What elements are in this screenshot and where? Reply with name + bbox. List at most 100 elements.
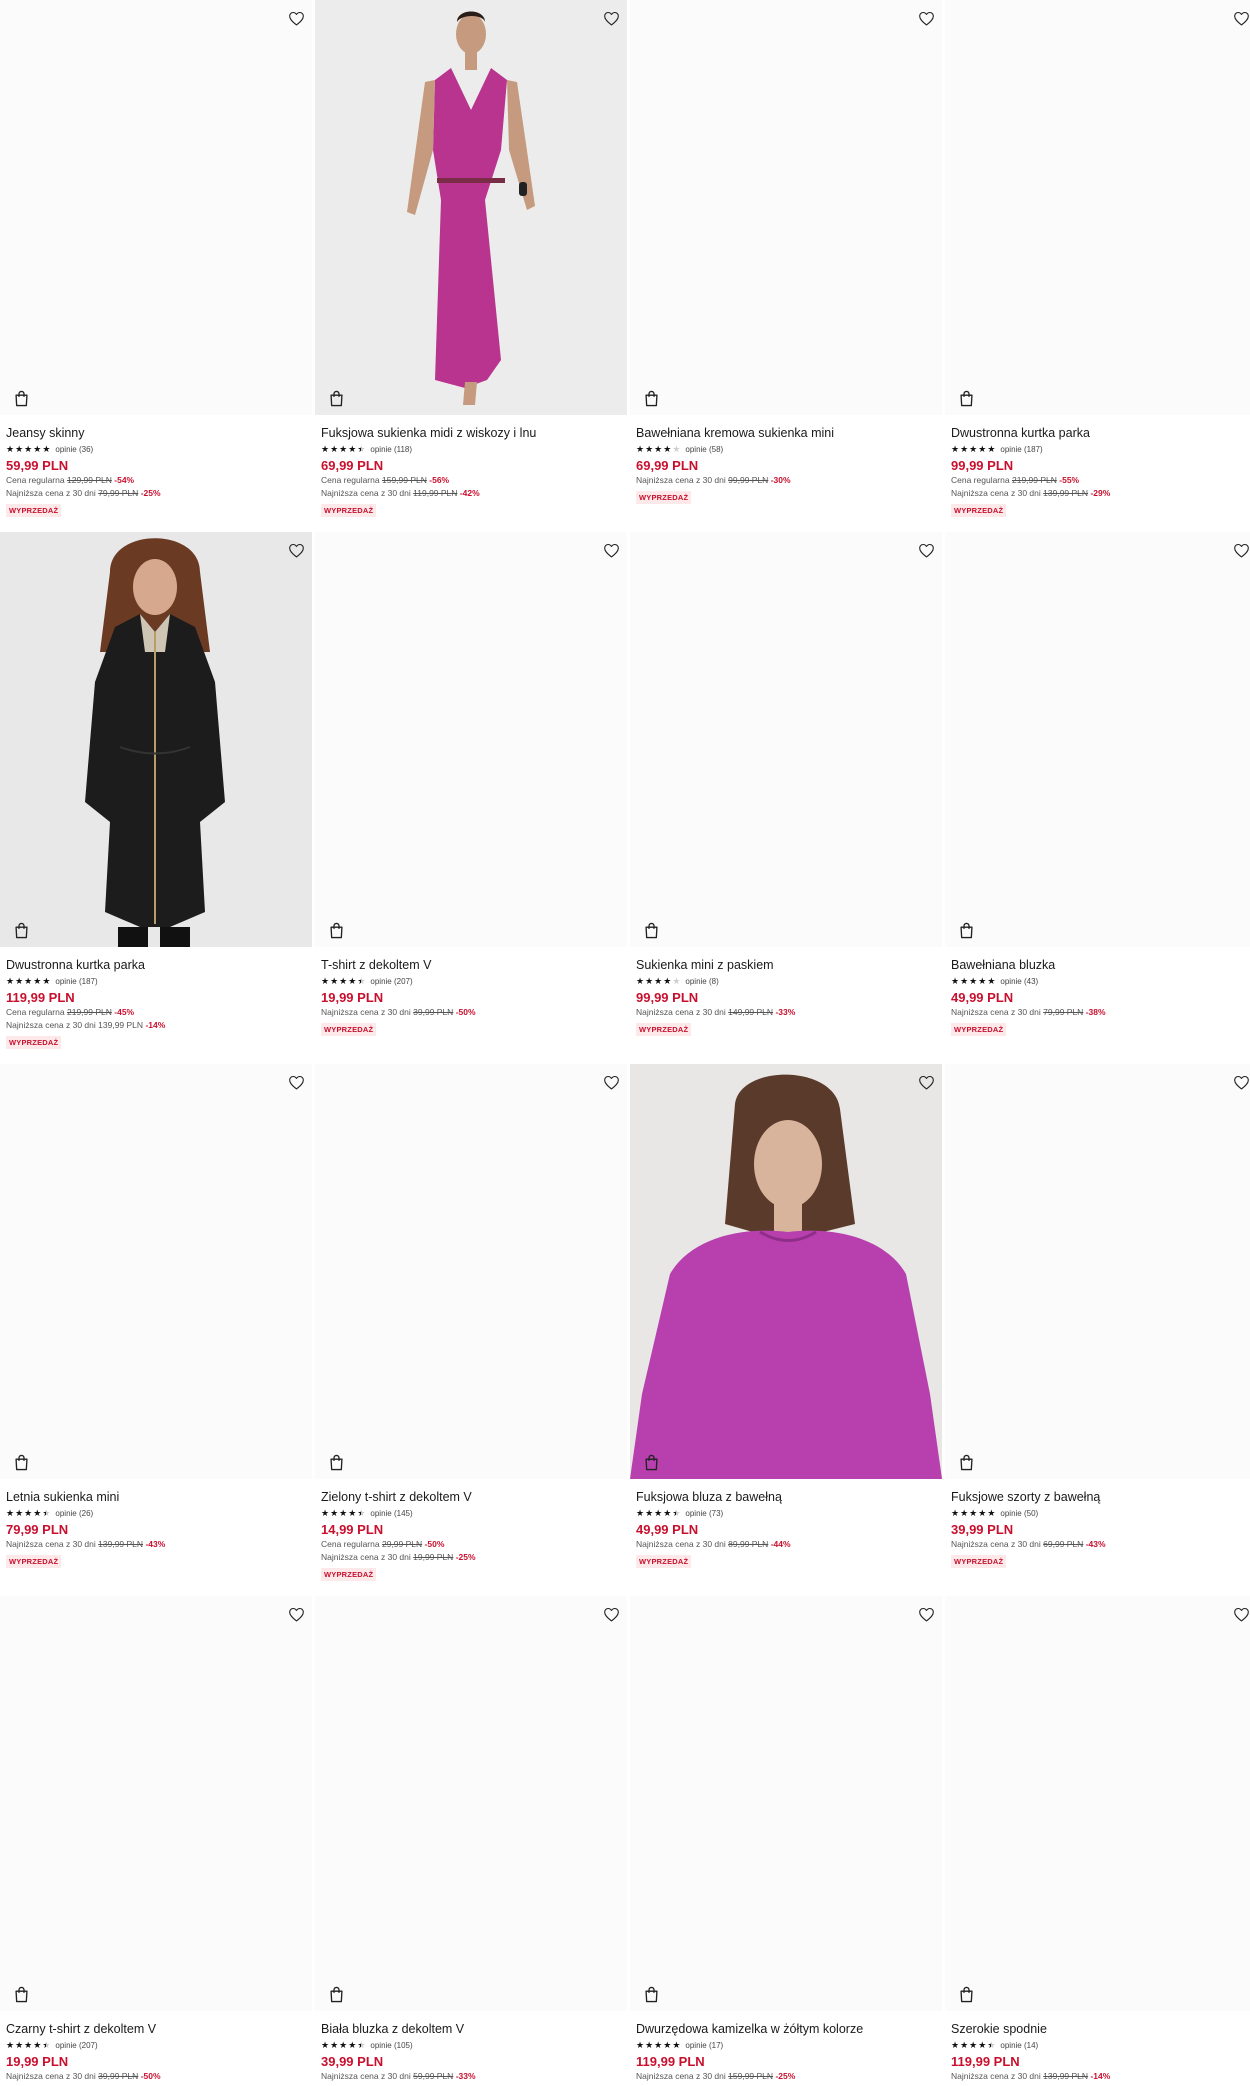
shopping-bag-icon[interactable] [955, 919, 977, 941]
star-icon: ★ [15, 1508, 24, 1518]
product-image[interactable] [0, 0, 312, 415]
product-card[interactable]: Jeansy skinny ★ ★ ★ ★ ★ opinie (36) 59,99 PLN Ce… [0, 0, 312, 530]
shopping-bag-icon[interactable] [640, 919, 662, 941]
product-image[interactable] [315, 1064, 627, 1479]
product-card[interactable]: Dwustronna kurtka parka ★ ★ ★ ★ ★ opinie (187)… [945, 0, 1250, 530]
heart-outline-icon[interactable] [1229, 6, 1250, 30]
product-card[interactable]: Szerokie spodnie ★ ★ ★ ★ ★ opinie (14) 119,99 P… [945, 1596, 1250, 2086]
shopping-bag-icon[interactable] [640, 1451, 662, 1473]
shopping-bag-icon[interactable] [10, 1983, 32, 2005]
review-count[interactable]: opinie (43) [1000, 977, 1038, 986]
product-image[interactable] [315, 0, 627, 415]
product-image[interactable] [945, 1596, 1250, 2011]
product-name[interactable]: Fuksjowa bluza z bawełną [636, 1489, 936, 1505]
product-card[interactable]: Czarny t-shirt z dekoltem V ★ ★ ★ ★ ★ opinie (… [0, 1596, 312, 2086]
product-name[interactable]: Fuksjowa sukienka midi z wiskozy i lnu [321, 425, 621, 441]
heart-outline-icon[interactable] [284, 1602, 308, 1626]
review-count[interactable]: opinie (26) [55, 1509, 93, 1518]
product-name[interactable]: Dwustronna kurtka parka [951, 425, 1250, 441]
product-name[interactable]: Dwustronna kurtka parka [6, 957, 306, 973]
shopping-bag-icon[interactable] [325, 1983, 347, 2005]
product-image[interactable] [630, 1596, 942, 2011]
star-icon: ★ [6, 1508, 15, 1518]
heart-outline-icon[interactable] [1229, 1602, 1250, 1626]
product-name[interactable]: Jeansy skinny [6, 425, 306, 441]
review-count[interactable]: opinie (187) [55, 977, 97, 986]
product-image[interactable] [945, 1064, 1250, 1479]
shopping-bag-icon[interactable] [325, 919, 347, 941]
review-count[interactable]: opinie (14) [1000, 2041, 1038, 2050]
product-image[interactable] [315, 1596, 627, 2011]
review-count[interactable]: opinie (118) [370, 445, 412, 454]
product-name[interactable]: Szerokie spodnie [951, 2021, 1250, 2037]
product-image[interactable] [630, 1064, 942, 1479]
product-name[interactable]: T-shirt z dekoltem V [321, 957, 621, 973]
product-name[interactable]: Czarny t-shirt z dekoltem V [6, 2021, 306, 2037]
product-card[interactable]: Fuksjowe szorty z bawełną ★ ★ ★ ★ ★ opinie (50… [945, 1064, 1250, 1594]
product-image[interactable] [945, 0, 1250, 415]
shopping-bag-icon[interactable] [955, 1983, 977, 2005]
product-image[interactable] [945, 532, 1250, 947]
rating-stars: ★ ★ ★ ★ ★ [636, 444, 680, 454]
product-name[interactable]: Zielony t-shirt z dekoltem V [321, 1489, 621, 1505]
product-name[interactable]: Bawełniana bluzka [951, 957, 1250, 973]
review-count[interactable]: opinie (58) [685, 445, 723, 454]
product-name[interactable]: Fuksjowe szorty z bawełną [951, 1489, 1250, 1505]
product-card[interactable]: Fuksjowa bluza z bawełną ★ ★ ★ ★ ★ opinie (73)… [630, 1064, 942, 1594]
heart-outline-icon[interactable] [1229, 1070, 1250, 1094]
product-card[interactable]: Dwurzędowa kamizelka w żółtym kolorze ★ ★ ★… [630, 1596, 942, 2086]
review-count[interactable]: opinie (145) [370, 1509, 412, 1518]
shopping-bag-icon[interactable] [640, 387, 662, 409]
shopping-bag-icon[interactable] [325, 1451, 347, 1473]
product-name[interactable]: Bawełniana kremowa sukienka mini [636, 425, 936, 441]
product-card[interactable]: T-shirt z dekoltem V ★ ★ ★ ★ ★ opinie (207) 19,… [315, 532, 627, 1062]
review-count[interactable]: opinie (36) [55, 445, 93, 454]
shopping-bag-icon[interactable] [955, 387, 977, 409]
product-image[interactable] [0, 1064, 312, 1479]
product-card[interactable]: Bawełniana bluzka ★ ★ ★ ★ ★ opinie (43) 49,99 P… [945, 532, 1250, 1062]
review-count[interactable]: opinie (207) [370, 977, 412, 986]
heart-outline-icon[interactable] [1229, 538, 1250, 562]
heart-outline-icon[interactable] [599, 538, 623, 562]
shopping-bag-icon[interactable] [325, 387, 347, 409]
heart-outline-icon[interactable] [284, 538, 308, 562]
review-count[interactable]: opinie (73) [685, 1509, 723, 1518]
product-name[interactable]: Letnia sukienka mini [6, 1489, 306, 1505]
product-image[interactable] [0, 1596, 312, 2011]
shopping-bag-icon[interactable] [640, 1983, 662, 2005]
heart-outline-icon[interactable] [599, 1070, 623, 1094]
heart-outline-icon[interactable] [284, 6, 308, 30]
product-card[interactable]: Zielony t-shirt z dekoltem V ★ ★ ★ ★ ★ opinie … [315, 1064, 627, 1594]
product-image[interactable] [630, 0, 942, 415]
heart-outline-icon[interactable] [914, 1602, 938, 1626]
shopping-bag-icon[interactable] [955, 1451, 977, 1473]
product-name[interactable]: Sukienka mini z paskiem [636, 957, 936, 973]
product-card[interactable]: Dwustronna kurtka parka ★ ★ ★ ★ ★ opinie (187)… [0, 532, 312, 1062]
product-card[interactable]: Bawełniana kremowa sukienka mini ★ ★ ★ ★ ★ opi… [630, 0, 942, 530]
review-count[interactable]: opinie (105) [370, 2041, 412, 2050]
product-name[interactable]: Biała bluzka z dekoltem V [321, 2021, 621, 2037]
shopping-bag-icon[interactable] [10, 387, 32, 409]
product-image[interactable] [0, 532, 312, 947]
product-name[interactable]: Dwurzędowa kamizelka w żółtym kolorze [636, 2021, 936, 2037]
heart-outline-icon[interactable] [914, 1070, 938, 1094]
heart-outline-icon[interactable] [599, 1602, 623, 1626]
review-count[interactable]: opinie (17) [685, 2041, 723, 2050]
lowest-price: 89,99 PLN [728, 1539, 769, 1549]
review-count[interactable]: opinie (187) [1000, 445, 1042, 454]
review-count[interactable]: opinie (50) [1000, 1509, 1038, 1518]
product-card[interactable]: Biała bluzka z dekoltem V ★ ★ ★ ★ ★ opinie (10… [315, 1596, 627, 2086]
product-image[interactable] [630, 532, 942, 947]
product-card[interactable]: Fuksjowa sukienka midi z wiskozy i lnu ★ ★… [315, 0, 627, 530]
heart-outline-icon[interactable] [914, 6, 938, 30]
shopping-bag-icon[interactable] [10, 919, 32, 941]
heart-outline-icon[interactable] [914, 538, 938, 562]
product-card[interactable]: Letnia sukienka mini ★ ★ ★ ★ ★ opinie (26) 79,9… [0, 1064, 312, 1594]
product-image[interactable] [315, 532, 627, 947]
product-card[interactable]: Sukienka mini z paskiem ★ ★ ★ ★ ★ opinie (8) 99… [630, 532, 942, 1062]
review-count[interactable]: opinie (8) [685, 977, 718, 986]
review-count[interactable]: opinie (207) [55, 2041, 97, 2050]
shopping-bag-icon[interactable] [10, 1451, 32, 1473]
heart-outline-icon[interactable] [599, 6, 623, 30]
heart-outline-icon[interactable] [284, 1070, 308, 1094]
